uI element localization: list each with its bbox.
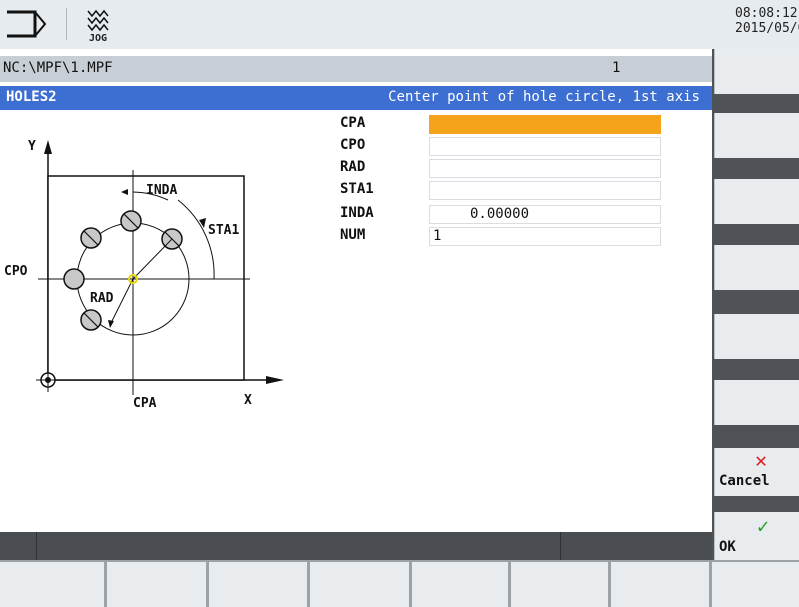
clock-time: 08:08:12 [735,6,798,21]
clock: 08:08:12 2015/05/05 [735,6,799,36]
param-label-inda: INDA [340,205,374,221]
cycle-title-bar: HOLES2 Center point of hole circle, 1st … [0,86,712,110]
inda-field[interactable]: 0.00000 [429,205,661,224]
horizontal-softkey-7[interactable] [611,562,709,607]
cycle-name: HOLES2 [6,89,57,105]
inda-label: INDA [146,183,177,198]
sta1-label: STA1 [208,223,239,238]
cpa-label: CPA [133,396,157,410]
cross-icon: ✕ [755,448,768,472]
status-bar [0,532,712,560]
param-label-cpa: CPA [340,115,366,131]
num-field[interactable]: 1 [429,227,661,246]
sta1-field[interactable] [429,181,661,200]
hole [63,268,85,290]
status-segment-right [560,532,713,560]
header-bar: JOG 08:08:12 2015/05/05 [0,0,799,49]
vertical-softkey-4[interactable] [714,245,799,290]
program-path: NC:\MPF\1.MPF [3,60,113,76]
y-axis-arrow-icon [44,140,52,154]
clock-date: 2015/05/05 [735,21,799,36]
program-path-bar: NC:\MPF\1.MPF 1 [0,56,712,82]
cpo-label: CPO [4,264,28,279]
cancel-button[interactable]: ✕ Cancel [714,448,799,496]
hole-circle-diagram: Y X INDA STA1 CPO RAD CPA [4,139,284,410]
param-label-rad: RAD [340,159,366,175]
param-label-cpo: CPO [340,137,366,153]
horizontal-softkey-1[interactable] [0,562,104,607]
channel-number: 1 [612,60,621,76]
horizontal-softkey-4[interactable] [310,562,409,607]
horizontal-softkey-8[interactable] [712,562,799,607]
horizontal-softkey-3[interactable] [209,562,307,607]
cancel-label: Cancel [719,473,770,489]
parameter-hint: Center point of hole circle, 1st axis [388,89,700,105]
status-segment-main [36,532,561,560]
horizontal-softkey-5[interactable] [412,562,508,607]
x-axis-arrow-icon [266,376,284,384]
vertical-softkey-5[interactable] [714,314,799,359]
num-value: 1 [433,228,442,244]
rad-field[interactable] [429,159,661,178]
check-icon: ✓ [757,514,770,538]
cpa-field[interactable] [429,115,661,134]
cpo-field[interactable] [429,137,661,156]
param-label-sta1: STA1 [340,181,374,197]
rad-label: RAD [90,291,114,306]
jog-mode-label: JOG [89,33,108,44]
vertical-softkey-1[interactable] [714,49,799,94]
ok-button[interactable]: ✓ OK [714,512,799,560]
y-axis-label: Y [28,139,36,154]
vertical-softkey-2[interactable] [714,113,799,158]
param-label-num: NUM [340,227,366,243]
vertical-softkey-3[interactable] [714,179,799,224]
program-end-icon [7,8,67,40]
horizontal-softkey-2[interactable] [107,562,206,607]
x-axis-label: X [244,393,252,408]
inda-value: 0.00000 [470,206,530,222]
horizontal-softkey-6[interactable] [511,562,608,607]
vertical-softkey-6[interactable] [714,380,799,425]
cycle-form: Y X INDA STA1 CPO RAD CPA CPA CPO RAD ST… [0,110,712,532]
ok-label: OK [719,539,736,555]
